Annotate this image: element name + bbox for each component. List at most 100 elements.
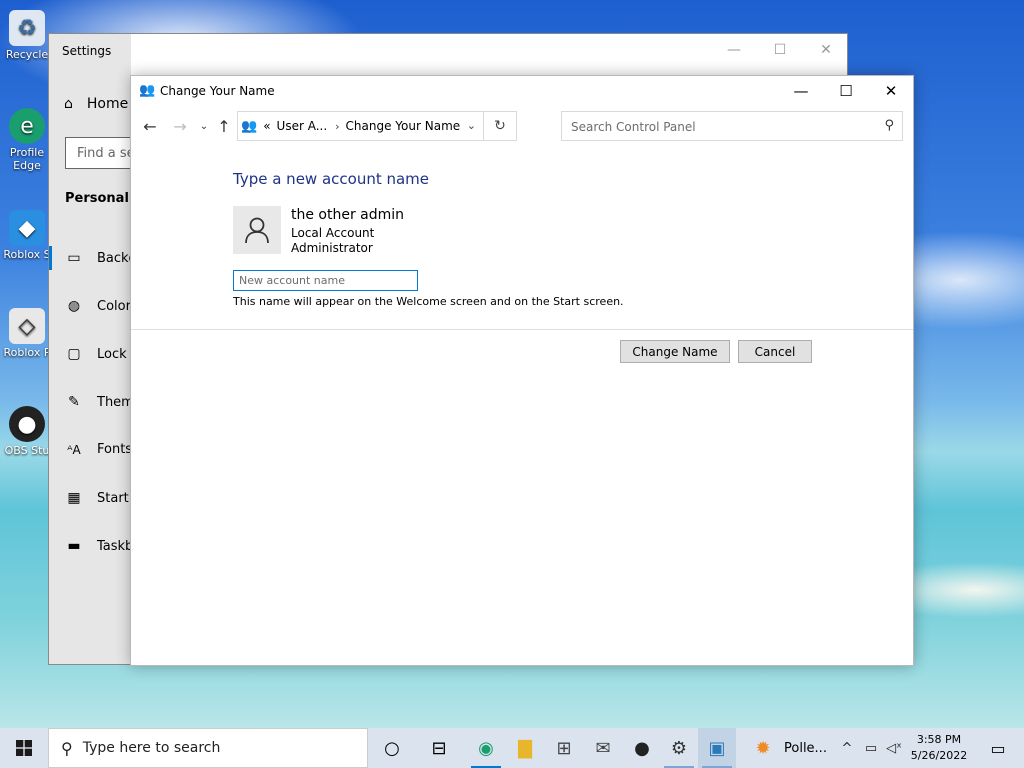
desktop-icon-edge[interactable]: e Profile Edge — [2, 108, 52, 172]
close-icon[interactable]: ✕ — [868, 76, 914, 106]
control-panel-icon[interactable]: ▣ — [698, 728, 736, 768]
home-icon: ⌂ — [64, 96, 73, 112]
dialog-title: Change Your Name — [160, 84, 275, 98]
selected-indicator — [49, 246, 52, 270]
obs-icon[interactable]: ● — [623, 728, 661, 768]
clock-time: 3:58 PM — [916, 733, 962, 746]
nav-label: Start — [97, 490, 129, 506]
address-bar[interactable]: 👥 « User A... › Change Your Name ⌄ ↻ — [237, 111, 517, 141]
settings-home[interactable]: ⌂ Home — [64, 96, 128, 112]
chevron-up-icon[interactable]: ^ — [838, 728, 856, 768]
edge-icon[interactable]: ◉ — [467, 728, 505, 768]
refresh-icon[interactable]: ↻ — [483, 112, 516, 140]
taskbar-search-box[interactable]: ⚲ Type here to search — [48, 728, 368, 768]
roblox-player-icon: ◇ — [9, 308, 45, 344]
desktop-icon-label: Recycle — [5, 48, 49, 61]
themes-icon: ✎ — [68, 394, 80, 410]
settings-title: Settings — [62, 44, 112, 58]
settings-nav-lock-screen[interactable]: ▢ Lock s — [65, 346, 137, 362]
pollen-app-label[interactable]: Polle... — [784, 741, 827, 756]
start-grid-icon: ▦ — [67, 490, 81, 506]
desktop-icon-roblox-studio[interactable]: ◆ Roblox S — [2, 210, 52, 261]
roblox-studio-icon: ◆ — [9, 210, 45, 246]
minimize-icon[interactable]: — — [711, 38, 757, 62]
obs-icon: ● — [9, 406, 45, 442]
back-arrow-icon[interactable]: ← — [139, 116, 161, 136]
taskbar: ⚲ Type here to search ○ ⊟ ◉ ▇ ⊞ ✉ ● ⚙ ▣ … — [0, 728, 1024, 768]
taskbar-search-placeholder: Type here to search — [82, 740, 221, 756]
picture-icon: ▭ — [67, 250, 81, 266]
close-icon[interactable]: ✕ — [803, 38, 849, 62]
search-control-panel-input[interactable]: Search Control Panel ⚲ — [561, 111, 903, 141]
volume-muted-icon[interactable]: ◁ˣ — [884, 728, 904, 768]
desktop-icon-label: Roblox P — [3, 346, 51, 359]
settings-nav-start[interactable]: ▦ Start — [65, 490, 129, 506]
account-role: Administrator — [291, 241, 373, 255]
settings-nav-taskbar[interactable]: ▬ Taskb — [65, 538, 133, 554]
edge-icon: e — [9, 108, 45, 144]
notification-icon[interactable]: ▭ — [978, 728, 1018, 768]
dialog-titlebar[interactable]: 👥 Change Your Name — ☐ ✕ — [131, 76, 913, 106]
settings-nav-fonts[interactable]: ᴬA Fonts — [65, 442, 132, 457]
breadcrumb-overflow[interactable]: « — [263, 119, 270, 133]
settings-home-label: Home — [86, 96, 129, 112]
network-icon[interactable]: ▭ — [860, 728, 882, 768]
start-button[interactable] — [0, 728, 48, 768]
minimize-icon[interactable]: — — [778, 76, 824, 106]
divider — [131, 329, 913, 330]
desktop-icon-recycle-bin[interactable]: ♻ Recycle — [2, 10, 52, 61]
cancel-button[interactable]: Cancel — [738, 340, 812, 363]
search-icon: ⚲ — [61, 738, 73, 758]
taskbar-icon: ▬ — [67, 538, 81, 554]
settings-nav-colors[interactable]: ◍ Colors — [65, 298, 138, 314]
search-placeholder: Search Control Panel — [571, 120, 696, 134]
forward-arrow-icon[interactable]: → — [169, 116, 191, 136]
mail-icon[interactable]: ✉ — [584, 728, 622, 768]
settings-nav-background[interactable]: ▭ Backg — [65, 250, 136, 266]
store-icon[interactable]: ⊞ — [545, 728, 583, 768]
settings-titlebar[interactable]: Settings — ☐ ✕ — [49, 34, 847, 67]
fonts-icon: ᴬA — [67, 442, 81, 457]
cortana-icon[interactable]: ○ — [373, 728, 411, 768]
account-type: Local Account — [291, 226, 375, 240]
chevron-down-icon[interactable]: ⌄ — [467, 119, 476, 132]
breadcrumb-parent[interactable]: User A... — [277, 119, 328, 133]
nav-label: Taskb — [97, 538, 134, 554]
settings-find-input[interactable]: Find a se — [65, 137, 135, 169]
breadcrumb-current[interactable]: Change Your Name — [346, 119, 461, 133]
nav-label: Them — [97, 394, 134, 410]
up-arrow-icon[interactable]: ↑ — [213, 116, 235, 136]
file-explorer-icon[interactable]: ▇ — [506, 728, 544, 768]
recycle-bin-icon: ♻ — [9, 10, 45, 46]
desktop-icon-roblox-player[interactable]: ◇ Roblox P — [2, 308, 52, 359]
name-hint: This name will appear on the Welcome scr… — [233, 295, 624, 308]
maximize-icon[interactable]: ☐ — [757, 38, 803, 62]
desktop-icon-obs[interactable]: ● OBS Stu — [2, 406, 52, 457]
nav-label: Fonts — [97, 442, 133, 457]
windows-logo-icon — [16, 740, 32, 756]
new-account-name-input[interactable] — [233, 270, 418, 291]
user-accounts-icon: 👥 — [139, 83, 156, 98]
desktop-icon-label: Profile Edge — [9, 146, 45, 172]
task-view-icon[interactable]: ⊟ — [420, 728, 458, 768]
user-accounts-icon: 👥 — [241, 118, 258, 134]
settings-nav-themes[interactable]: ✎ Them — [65, 394, 134, 410]
clock[interactable]: 3:58 PM 5/26/2022 — [906, 732, 972, 764]
change-name-button[interactable]: Change Name — [620, 340, 730, 363]
desktop-icon-label: Roblox S — [3, 248, 51, 261]
pollen-app-icon[interactable]: ✹ — [744, 728, 782, 768]
breadcrumb-separator-icon[interactable]: › — [335, 120, 339, 133]
settings-gear-icon[interactable]: ⚙ — [660, 728, 698, 768]
user-icon — [245, 217, 269, 244]
avatar — [233, 206, 281, 254]
maximize-icon[interactable]: ☐ — [823, 76, 869, 106]
address-row: ← → ⌄ ↑ 👥 « User A... › Change Your Name… — [131, 110, 913, 142]
clock-date: 5/26/2022 — [910, 749, 968, 762]
account-name: the other admin — [291, 207, 405, 223]
desktop-icon-label: OBS Stu — [4, 444, 50, 457]
page-title: Type a new account name — [233, 170, 430, 188]
change-name-window: 👥 Change Your Name — ☐ ✕ ← → ⌄ ↑ 👥 « Use… — [130, 75, 914, 666]
lock-screen-icon: ▢ — [67, 346, 81, 362]
recent-locations-chevron-icon[interactable]: ⌄ — [193, 116, 215, 136]
search-icon[interactable]: ⚲ — [884, 118, 894, 133]
